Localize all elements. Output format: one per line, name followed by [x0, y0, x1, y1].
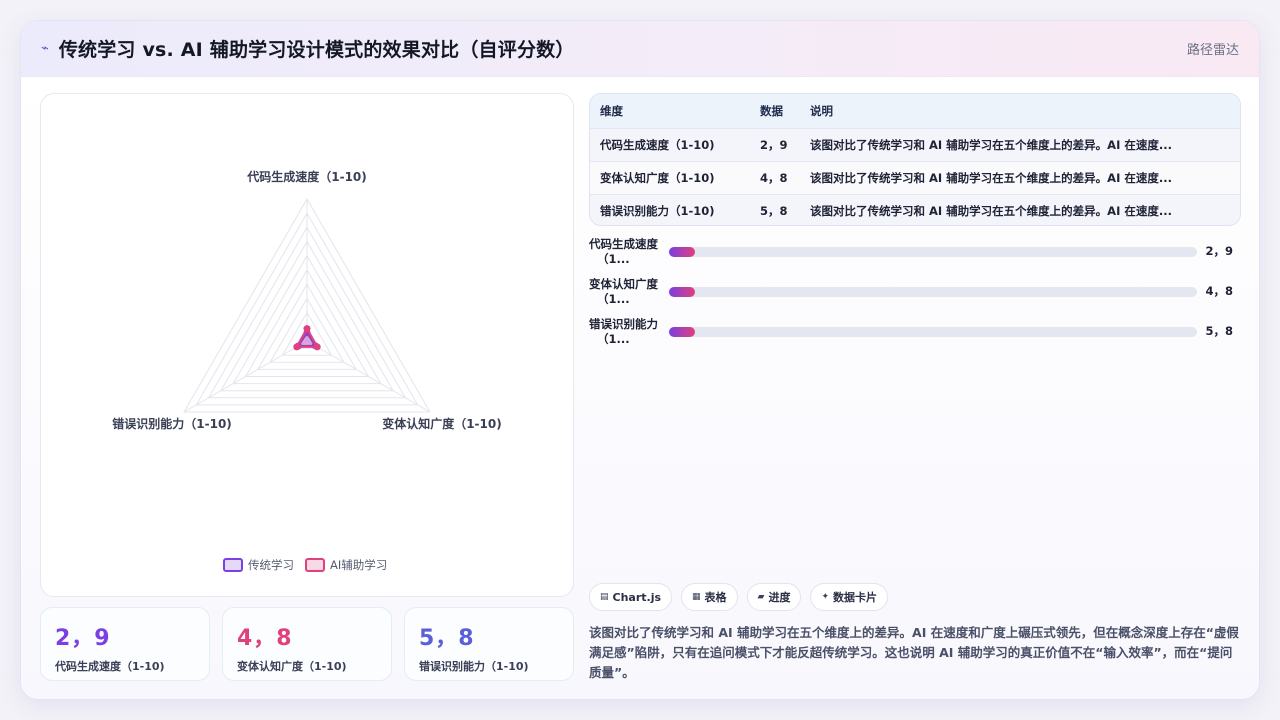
progress-value: 2，9	[1205, 244, 1233, 258]
stat-card-speed: 2，9 代码生成速度（1-10)	[40, 607, 210, 681]
stat-value: 2，9	[55, 626, 111, 651]
column-header-dimension: 维度	[600, 103, 623, 118]
progress-label-line1: 变体认知广度	[589, 277, 658, 291]
progress-fill	[669, 287, 696, 297]
progress-label-line2: （1...	[597, 332, 630, 346]
table-cell: 5，8	[760, 203, 788, 218]
progress-track	[669, 247, 1197, 257]
radar-chart: 代码生成速度（1-10) 变体认知广度（1-10) 错误识别能力（1-10) 传统学习…	[112, 169, 502, 572]
stat-value: 5，8	[419, 626, 475, 651]
progress-value: 5，8	[1205, 324, 1233, 338]
table-cell: 变体认知广度（1-10)	[600, 170, 715, 185]
legend-label: 传统学习	[248, 558, 294, 572]
progress-label: 变体认知广度 （1...	[589, 277, 669, 307]
table-header-row: 维度 数据 说明	[590, 94, 1240, 128]
chip-label: 数据卡片	[833, 591, 878, 604]
table-cell: 错误识别能力（1-10)	[600, 203, 715, 218]
chip-label: 进度	[768, 591, 791, 604]
progress-label-line1: 错误识别能力	[589, 317, 658, 331]
chart-description: 该图对比了传统学习和 AI 辅助学习在五个维度上的差异。AI 在速度和广度上碾压…	[589, 625, 1239, 680]
radar-data-point	[293, 343, 301, 351]
table-row: 变体认知广度（1-10) 4，8 该图对比了传统学习和 AI 辅助学习在五个维度…	[590, 161, 1240, 194]
progress-row: 代码生成速度 （1... 2，9	[589, 237, 1241, 277]
progress-row: 错误识别能力 （1... 5，8	[589, 317, 1241, 357]
stat-label: 变体认知广度（1-10)	[237, 660, 347, 673]
table-cell: 该图对比了传统学习和 AI 辅助学习在五个维度上的差异。AI 在速度...	[810, 137, 1172, 152]
stat-cards: 2，9 代码生成速度（1-10) 4，8 变体认知广度（1-10) 5，8 错误…	[40, 607, 574, 681]
table-icon: ▦	[692, 592, 701, 602]
progress-value: 4，8	[1205, 284, 1233, 298]
header-tag: 路径雷达	[1186, 43, 1239, 58]
radar-chart-panel: 代码生成速度（1-10) 变体认知广度（1-10) 错误识别能力（1-10) 传统学习…	[40, 93, 574, 597]
table-row: 错误识别能力（1-10) 5，8 该图对比了传统学习和 AI 辅助学习在五个维度…	[590, 194, 1240, 225]
stat-label: 代码生成速度（1-10)	[55, 660, 165, 673]
progress-label: 代码生成速度 （1...	[589, 237, 669, 267]
progress-label-line1: 代码生成速度	[589, 237, 658, 251]
chip-data-card[interactable]: ✦ 数据卡片	[810, 583, 889, 611]
legend-swatch	[305, 558, 325, 572]
stat-label: 错误识别能力（1-10)	[419, 660, 529, 673]
radar-data-point	[303, 325, 311, 333]
progress-fill	[669, 327, 696, 337]
header-title-group: ⌁ 传统学习 vs. AI 辅助学习设计模式的效果对比（自评分数）	[41, 35, 575, 62]
progress-track	[669, 287, 1197, 297]
chip-chartjs[interactable]: ▤ Chart.js	[589, 583, 673, 611]
chip-label: Chart.js	[612, 590, 662, 604]
stat-value: 4，8	[237, 626, 293, 651]
radar-axis-label: 代码生成速度（1-10)	[246, 169, 367, 184]
chip-label: 表格	[704, 591, 727, 604]
content-area: 代码生成速度（1-10) 变体认知广度（1-10) 错误识别能力（1-10) 传统学习…	[21, 77, 1259, 699]
table-cell: 4，8	[760, 170, 788, 185]
progress-label-line2: （1...	[597, 292, 630, 306]
progress-icon: ▰	[757, 592, 765, 602]
page-title: 传统学习 vs. AI 辅助学习设计模式的效果对比（自评分数）	[58, 39, 575, 61]
chip-table[interactable]: ▦ 表格	[681, 583, 738, 611]
radar-data-point	[313, 343, 321, 351]
progress-row: 变体认知广度 （1... 4，8	[589, 277, 1241, 317]
trend-icon: ⌁	[41, 41, 49, 56]
sparkle-icon: ✦	[821, 592, 830, 602]
legend-label: AI辅助学习	[330, 558, 387, 572]
view-chips: ▤ Chart.js ▦ 表格 ▰ 进度 ✦ 数据卡片	[589, 583, 889, 611]
stat-card-error: 5，8 错误识别能力（1-10)	[404, 607, 574, 681]
column-header-data: 数据	[760, 103, 783, 118]
radar-axis-label: 变体认知广度（1-10)	[382, 416, 502, 431]
table-cell: 该图对比了传统学习和 AI 辅助学习在五个维度上的差异。AI 在速度...	[810, 203, 1172, 218]
progress-track	[669, 327, 1197, 337]
progress-bars: 代码生成速度 （1... 2，9 变体认知广度 （1... 4，8 错误识别能力…	[589, 237, 1241, 357]
progress-label: 错误识别能力 （1...	[589, 317, 669, 347]
table-cell: 代码生成速度（1-10)	[600, 137, 715, 152]
header-bar: ⌁ 传统学习 vs. AI 辅助学习设计模式的效果对比（自评分数） 路径雷达	[21, 21, 1259, 77]
column-header-description: 说明	[810, 103, 833, 118]
data-table: 维度 数据 说明 代码生成速度（1-10) 2，9 该图对比了传统学习和 AI …	[589, 93, 1241, 226]
dashboard-card: ⌁ 传统学习 vs. AI 辅助学习设计模式的效果对比（自评分数） 路径雷达 代…	[20, 20, 1260, 700]
chip-progress[interactable]: ▰ 进度	[746, 583, 802, 611]
progress-fill	[669, 247, 696, 257]
table-row: 代码生成速度（1-10) 2，9 该图对比了传统学习和 AI 辅助学习在五个维度…	[590, 128, 1240, 161]
progress-label-line2: （1...	[597, 252, 630, 266]
table-cell: 该图对比了传统学习和 AI 辅助学习在五个维度上的差异。AI 在速度...	[810, 170, 1172, 185]
table-cell: 2，9	[760, 137, 788, 152]
radar-axis-label: 错误识别能力（1-10)	[112, 416, 232, 431]
chart-icon: ▤	[600, 592, 609, 602]
legend-swatch	[223, 558, 243, 572]
stat-card-breadth: 4，8 变体认知广度（1-10)	[222, 607, 392, 681]
